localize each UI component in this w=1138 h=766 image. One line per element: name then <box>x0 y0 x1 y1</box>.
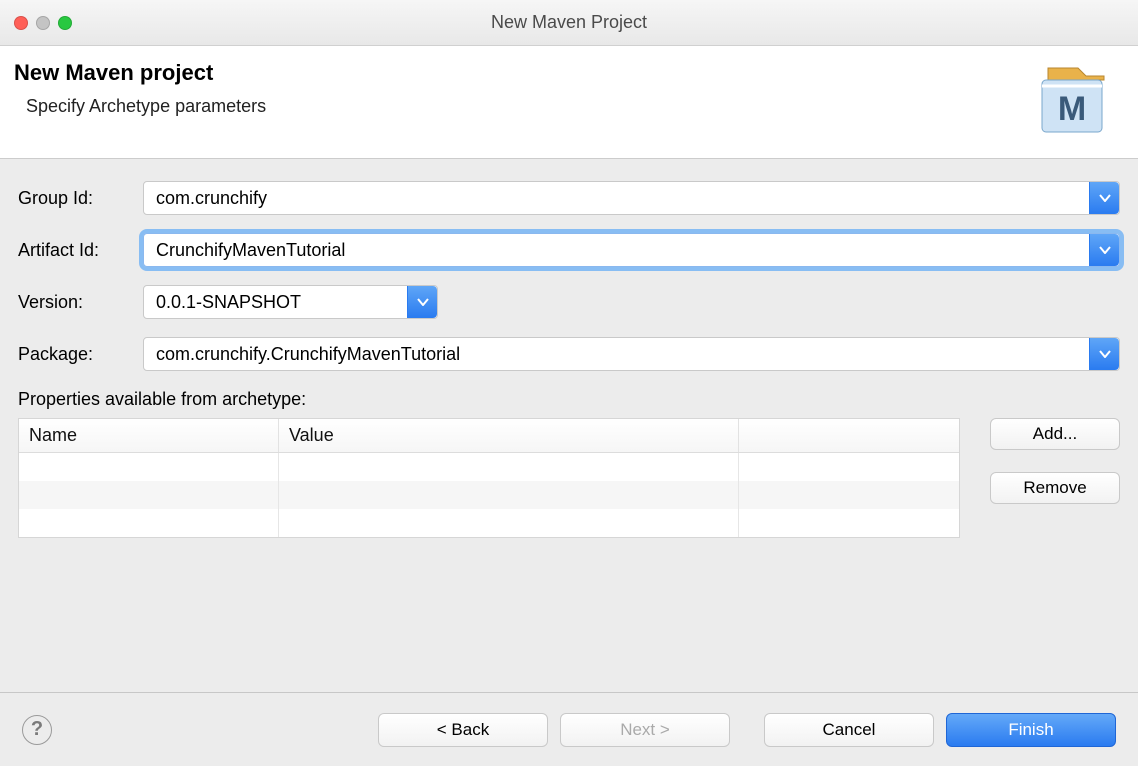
artifact-id-input[interactable] <box>144 234 1089 266</box>
chevron-down-icon <box>417 298 429 306</box>
next-button: Next > <box>560 713 730 747</box>
artifact-id-label: Artifact Id: <box>18 240 143 261</box>
properties-table[interactable]: Name Value <box>18 418 960 538</box>
close-window-button[interactable] <box>14 16 28 30</box>
properties-column-value[interactable]: Value <box>279 419 739 452</box>
remove-property-button[interactable]: Remove <box>990 472 1120 504</box>
zoom-window-button[interactable] <box>58 16 72 30</box>
cancel-button[interactable]: Cancel <box>764 713 934 747</box>
version-dropdown-button[interactable] <box>407 286 437 318</box>
chevron-down-icon <box>1099 194 1111 202</box>
package-dropdown-button[interactable] <box>1089 338 1119 370</box>
group-id-input[interactable] <box>144 182 1089 214</box>
package-combo[interactable] <box>143 337 1120 371</box>
table-row[interactable] <box>19 481 959 509</box>
add-property-button[interactable]: Add... <box>990 418 1120 450</box>
help-button[interactable]: ? <box>22 715 52 745</box>
wizard-footer: ? < Back Next > Cancel Finish <box>0 692 1138 766</box>
artifact-id-dropdown-button[interactable] <box>1089 234 1119 266</box>
banner-heading: New Maven project <box>14 60 266 86</box>
properties-section-label: Properties available from archetype: <box>18 389 1120 410</box>
svg-text:M: M <box>1058 90 1086 128</box>
chevron-down-icon <box>1099 246 1111 254</box>
help-icon: ? <box>31 718 43 741</box>
window-title: New Maven Project <box>0 12 1138 33</box>
table-row[interactable] <box>19 453 959 481</box>
properties-column-name[interactable]: Name <box>19 419 279 452</box>
version-combo[interactable] <box>143 285 438 319</box>
group-id-dropdown-button[interactable] <box>1089 182 1119 214</box>
back-button[interactable]: < Back <box>378 713 548 747</box>
group-id-label: Group Id: <box>18 188 143 209</box>
chevron-down-icon <box>1099 350 1111 358</box>
window-controls <box>14 16 72 30</box>
maven-wizard-icon: M <box>1028 60 1116 140</box>
table-row[interactable] <box>19 509 959 537</box>
form-area: Group Id: Artifact Id: Version: Package: <box>0 159 1138 548</box>
properties-column-spacer <box>739 419 959 452</box>
group-id-combo[interactable] <box>143 181 1120 215</box>
package-input[interactable] <box>144 338 1089 370</box>
version-label: Version: <box>18 292 143 313</box>
wizard-banner: New Maven project Specify Archetype para… <box>0 46 1138 159</box>
version-input[interactable] <box>144 286 407 318</box>
artifact-id-combo[interactable] <box>143 233 1120 267</box>
titlebar[interactable]: New Maven Project <box>0 0 1138 46</box>
minimize-window-button <box>36 16 50 30</box>
finish-button[interactable]: Finish <box>946 713 1116 747</box>
banner-subheading: Specify Archetype parameters <box>26 96 266 117</box>
package-label: Package: <box>18 344 143 365</box>
